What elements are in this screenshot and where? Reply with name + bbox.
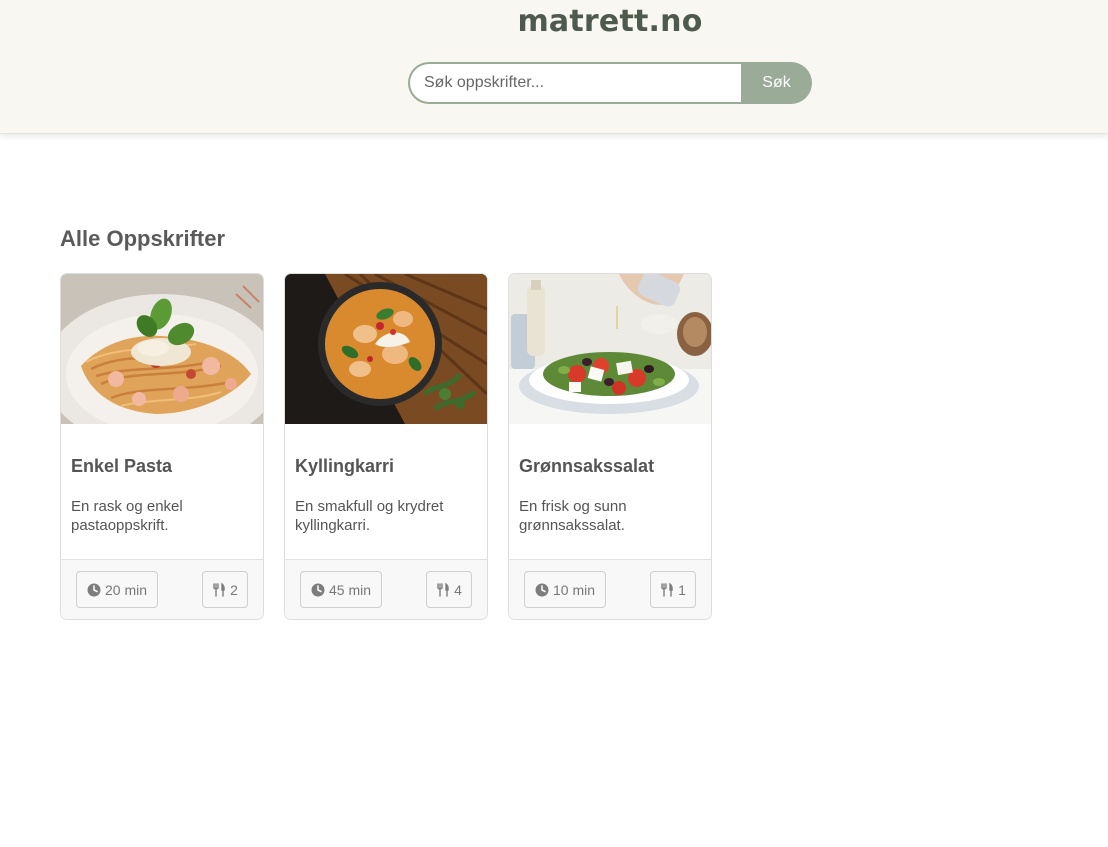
recipe-title[interactable]: Enkel Pasta: [71, 456, 253, 477]
utensils-icon: [660, 582, 674, 597]
recipe-description: En rask og enkel pastaoppskrift.: [71, 498, 183, 534]
prep-time-value: 10 min: [552, 581, 596, 598]
servings-badge: 2: [202, 571, 248, 608]
clock-icon: [311, 583, 325, 597]
search-form: Søk: [408, 62, 812, 104]
search-input[interactable]: [408, 62, 741, 104]
servings-badge: 4: [426, 571, 472, 608]
site-title[interactable]: matrett.no: [0, 4, 1108, 39]
card-body: Enkel Pasta En rask og enkel pastaoppskr…: [61, 424, 263, 560]
servings-badge: 1: [650, 571, 696, 608]
clock-icon: [87, 583, 101, 597]
recipe-title[interactable]: Grønnsakssalat: [519, 456, 701, 477]
section-title: Alle Oppskrifter: [60, 226, 226, 251]
clock-icon: [535, 583, 549, 597]
recipe-title[interactable]: Kyllingkarri: [295, 456, 477, 477]
card-footer: 20 min 2: [61, 559, 263, 619]
card-body: Grønnsakssalat En frisk og sunn grønnsak…: [509, 424, 711, 560]
search-button[interactable]: Søk: [741, 62, 812, 104]
prep-time-badge: 10 min: [524, 571, 606, 608]
recipe-card[interactable]: Enkel Pasta En rask og enkel pastaoppskr…: [60, 273, 264, 620]
recipe-grid: Enkel Pasta En rask og enkel pastaoppskr…: [60, 273, 712, 620]
recipe-image-salad: [509, 274, 711, 424]
prep-time-value: 20 min: [104, 581, 148, 598]
card-footer: 45 min 4: [285, 559, 487, 619]
card-footer: 10 min 1: [509, 559, 711, 619]
servings-value: 4: [454, 581, 462, 598]
recipe-image-curry: [285, 274, 487, 424]
prep-time-value: 45 min: [328, 581, 372, 598]
site-header: matrett.no Søk: [0, 0, 1108, 134]
recipe-card[interactable]: Kyllingkarri En smakfull og krydret kyll…: [284, 273, 488, 620]
utensils-icon: [212, 582, 226, 597]
servings-value: 1: [678, 581, 686, 598]
card-body: Kyllingkarri En smakfull og krydret kyll…: [285, 424, 487, 560]
recipe-image-pasta: [61, 274, 263, 424]
recipe-description: En smakfull og krydret kyllingkarri.: [295, 498, 444, 534]
recipe-card[interactable]: Grønnsakssalat En frisk og sunn grønnsak…: [508, 273, 712, 620]
recipe-description: En frisk og sunn grønnsakssalat.: [519, 498, 627, 534]
utensils-icon: [436, 582, 450, 597]
prep-time-badge: 20 min: [76, 571, 158, 608]
servings-value: 2: [230, 581, 238, 598]
prep-time-badge: 45 min: [300, 571, 382, 608]
